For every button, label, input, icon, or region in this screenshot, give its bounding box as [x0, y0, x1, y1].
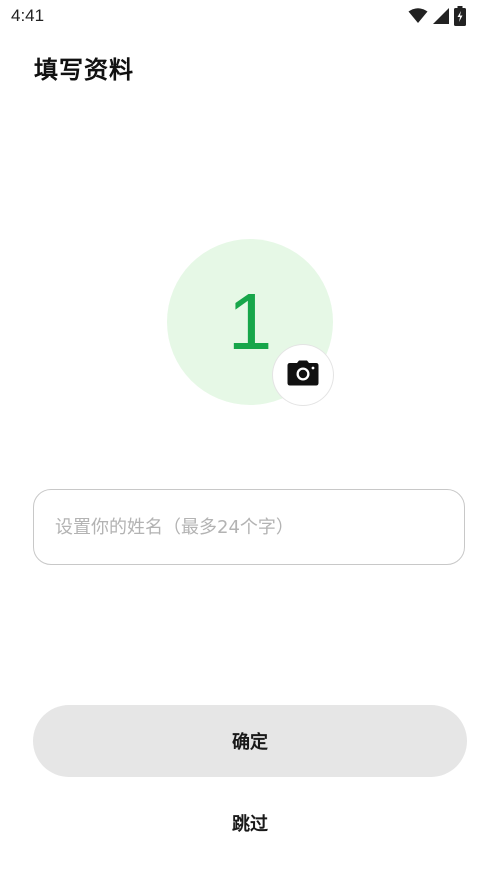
status-icons	[408, 6, 466, 26]
name-input[interactable]	[55, 490, 445, 564]
name-field[interactable]	[33, 489, 465, 565]
status-bar: 4:41	[0, 0, 500, 34]
wifi-icon	[408, 8, 428, 24]
change-avatar-button[interactable]	[273, 345, 333, 405]
battery-charging-icon	[454, 6, 466, 26]
confirm-button[interactable]: 确定	[33, 705, 467, 777]
skip-button[interactable]: 跳过	[200, 808, 300, 842]
camera-icon	[287, 360, 319, 390]
cell-signal-icon	[432, 7, 450, 25]
status-time: 4:41	[11, 6, 45, 25]
page-title: 填写资料	[34, 56, 134, 84]
